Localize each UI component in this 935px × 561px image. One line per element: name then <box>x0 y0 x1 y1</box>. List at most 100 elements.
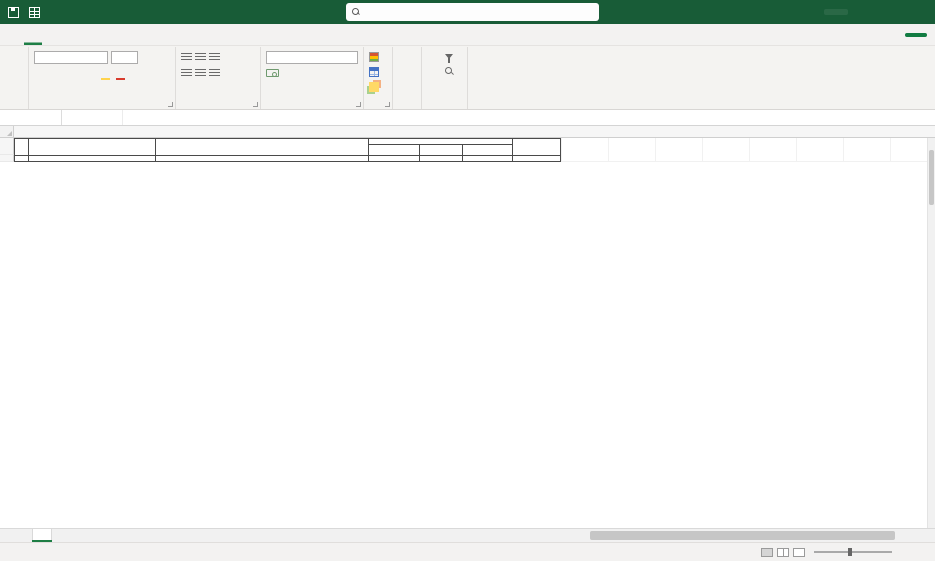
tab-help[interactable] <box>150 24 168 45</box>
vertical-scrollbar[interactable] <box>927 138 935 528</box>
row-header-14[interactable] <box>0 138 14 155</box>
vertical-scroll-thumb[interactable] <box>929 150 934 205</box>
tab-insert[interactable] <box>42 24 60 45</box>
horizontal-scroll-thumb[interactable] <box>590 531 895 540</box>
align-center-icon[interactable] <box>195 69 206 77</box>
header-num-2[interactable] <box>29 155 156 162</box>
fill-color-button[interactable] <box>101 69 110 80</box>
select-all-corner[interactable] <box>0 126 14 137</box>
font-name-select[interactable] <box>34 50 108 64</box>
zoom-slider[interactable] <box>814 548 892 556</box>
header-c4-label[interactable] <box>369 144 420 155</box>
align-right-icon[interactable] <box>209 69 220 77</box>
sign-in-button[interactable] <box>824 9 848 15</box>
horizontal-scroll-track[interactable] <box>586 529 924 542</box>
header-num-6[interactable] <box>463 155 513 162</box>
header-num-7[interactable] <box>513 155 561 162</box>
tab-view[interactable] <box>132 24 150 45</box>
insert-cells-button[interactable] <box>398 49 416 64</box>
find-select-icon <box>445 67 454 76</box>
share-button[interactable] <box>905 32 927 37</box>
font-color-button[interactable] <box>116 69 125 80</box>
currency-format-icon[interactable] <box>266 69 279 77</box>
ribbon-group-custom <box>2 47 29 109</box>
tab-page-layout[interactable] <box>60 24 78 45</box>
page-break-view-button[interactable] <box>793 547 805 557</box>
tab-review[interactable] <box>114 24 132 45</box>
align-middle-icon[interactable] <box>195 53 206 61</box>
tab-data[interactable] <box>96 24 114 45</box>
font-row-1 <box>34 49 170 65</box>
header-num-3[interactable] <box>156 155 369 162</box>
sheet-tab-ssr[interactable] <box>32 529 52 542</box>
add-sheet-button[interactable] <box>52 529 68 542</box>
header-c7-label[interactable] <box>513 139 561 156</box>
decrease-font-button[interactable] <box>157 51 170 64</box>
header-docs-label[interactable] <box>29 139 156 156</box>
clear-button[interactable] <box>427 79 439 94</box>
fill-button[interactable] <box>427 64 439 79</box>
grid-empty-area[interactable] <box>561 138 935 162</box>
cell-styles-button[interactable] <box>369 79 387 94</box>
spreadsheet-grid <box>0 138 935 528</box>
italic-button[interactable] <box>50 67 63 80</box>
header-col-name <box>156 139 369 162</box>
wrap-text-button[interactable] <box>223 67 236 80</box>
tab-file[interactable] <box>6 24 24 45</box>
find-select-button[interactable] <box>445 64 462 79</box>
header-c6-label[interactable] <box>463 144 513 155</box>
bold-button[interactable] <box>34 67 47 80</box>
sort-filter-button[interactable] <box>445 49 462 64</box>
row-header-15[interactable] <box>0 155 14 162</box>
dialog-launcher-icon[interactable] <box>385 102 390 107</box>
maximize-button[interactable] <box>877 0 906 24</box>
dialog-launcher-icon[interactable] <box>253 102 258 107</box>
ribbon-group-styles <box>364 47 393 109</box>
autosum-button[interactable] <box>427 49 439 64</box>
name-box[interactable] <box>0 110 62 125</box>
ribbon-group-font <box>29 47 176 109</box>
underline-button[interactable] <box>66 67 79 80</box>
align-left-icon[interactable] <box>181 69 192 77</box>
horizontal-scrollbar[interactable] <box>575 529 935 542</box>
app-icon[interactable] <box>29 6 40 18</box>
header-num-1[interactable] <box>15 155 29 162</box>
header-c5-label[interactable] <box>420 144 463 155</box>
format-as-table-button[interactable] <box>369 64 387 79</box>
format-painter-button[interactable] <box>7 79 23 94</box>
status-bar <box>0 542 935 561</box>
number-format-select[interactable] <box>266 50 358 64</box>
dialog-launcher-icon[interactable] <box>356 102 361 107</box>
sheet-nav-left-icon[interactable] <box>0 529 13 542</box>
increase-font-button[interactable] <box>141 51 154 64</box>
minimize-button[interactable] <box>848 0 877 24</box>
merge-center-button[interactable] <box>239 67 252 80</box>
borders-button[interactable] <box>82 67 95 80</box>
header-num-label[interactable] <box>15 139 29 156</box>
dialog-launcher-icon[interactable] <box>168 102 173 107</box>
search-box[interactable] <box>346 3 599 21</box>
redo-button[interactable] <box>7 49 23 64</box>
sheet-nav-right-icon[interactable] <box>13 529 26 542</box>
delete-cells-button[interactable] <box>398 64 416 79</box>
search-input[interactable] <box>366 7 566 17</box>
save-icon[interactable] <box>8 6 19 18</box>
header-num-4[interactable] <box>369 155 420 162</box>
zoom-slider-thumb[interactable] <box>848 548 852 556</box>
tab-formulas[interactable] <box>78 24 96 45</box>
normal-view-button[interactable] <box>761 547 773 557</box>
close-button[interactable] <box>906 0 935 24</box>
align-top-icon[interactable] <box>181 53 192 61</box>
percent-style-button[interactable] <box>285 67 298 80</box>
format-as-table-icon <box>369 66 379 77</box>
align-bottom-icon[interactable] <box>209 53 220 61</box>
conditional-formatting-button[interactable] <box>369 49 387 64</box>
tab-home[interactable] <box>24 24 42 45</box>
orientation-button[interactable] <box>223 51 236 64</box>
format-cells-button[interactable] <box>398 79 416 94</box>
header-num-5[interactable] <box>420 155 463 162</box>
page-layout-view-button[interactable] <box>777 547 789 557</box>
undo-button[interactable] <box>7 64 23 79</box>
font-size-select[interactable] <box>111 50 138 64</box>
header-name-label[interactable] <box>156 139 369 156</box>
